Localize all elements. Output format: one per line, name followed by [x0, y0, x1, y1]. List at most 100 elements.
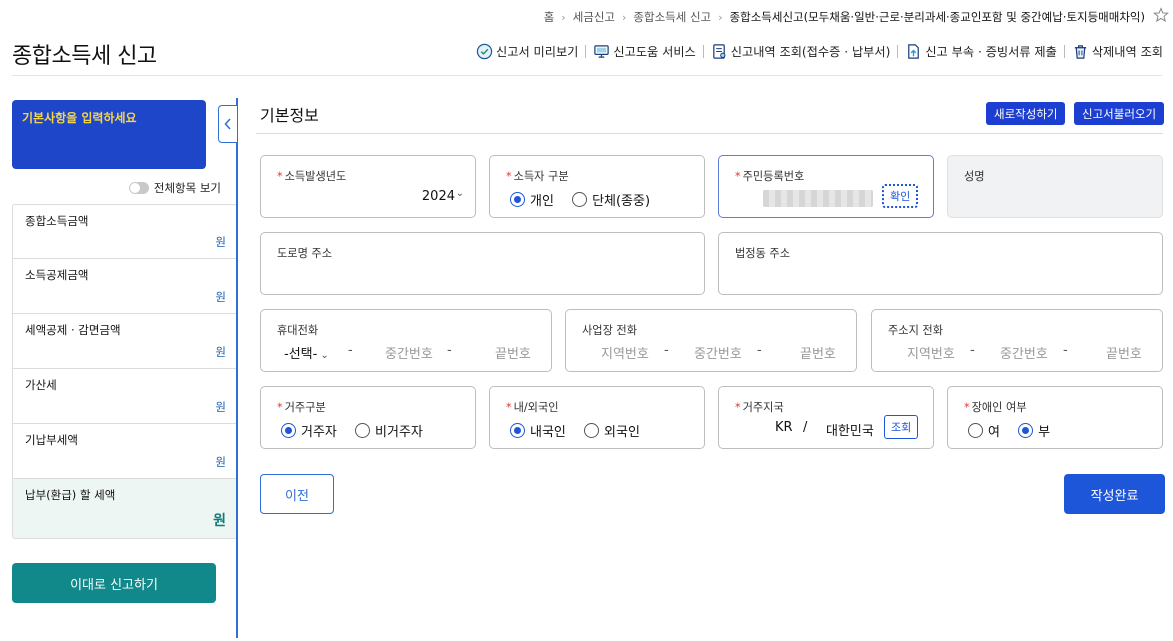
preview-return-button[interactable]: 신고서 미리보기: [476, 42, 578, 60]
show-all-toggle-row: 전체항목 보기: [128, 180, 221, 196]
work-last-input[interactable]: 끝번호: [800, 343, 836, 362]
nationality-label-text: 내/외국인: [513, 401, 559, 414]
earner-individual-radio[interactable]: 개인: [510, 190, 554, 209]
summary-label: 가산세: [25, 378, 57, 392]
disability-options: 여 부: [968, 421, 1064, 442]
radio-label: 외국인: [604, 425, 640, 440]
earner-group-radio[interactable]: 단체(종중): [572, 190, 650, 209]
summary-item-income-deduction[interactable]: 소득공제금액 원: [12, 259, 237, 314]
show-all-toggle[interactable]: [128, 182, 149, 194]
phone-dash: -: [757, 343, 762, 358]
disability-label: * 장애인 여부: [964, 399, 1027, 415]
submit-documents-button[interactable]: 신고 부속 · 증빙서류 제출: [905, 42, 1057, 60]
sidebar: 기본사항을 입력하세요 전체항목 보기 종합소득금액 원 소득공제금액 원 세액…: [12, 100, 237, 603]
summary-item-payable-tax[interactable]: 납부(환급) 할 세액 원: [12, 479, 237, 539]
verify-button[interactable]: 확인: [882, 184, 919, 208]
toolbar-divider: [897, 44, 899, 58]
mobile-phone-field: 휴대전화 -선택- ⌄ - 중간번호 - 끝번호: [260, 309, 552, 372]
mobile-prefix-select[interactable]: -선택- ⌄: [284, 343, 329, 362]
radio-label: 여: [988, 425, 1000, 440]
mobile-middle-input[interactable]: 중간번호: [385, 343, 433, 362]
resident-radio[interactable]: 거주자: [281, 421, 337, 440]
foreigner-radio[interactable]: 외국인: [584, 421, 640, 440]
road-address-label: 도로명 주소: [277, 247, 333, 260]
breadcrumb: 홈 › 세금신고 › 종합소득세 신고 › 종합소득세신고(모두채움·일반·근로…: [544, 9, 1145, 25]
home-middle-input[interactable]: 중간번호: [1000, 343, 1048, 362]
mobile-last-input[interactable]: 끝번호: [495, 343, 531, 362]
summary-label: 납부(환급) 할 세액: [25, 488, 116, 502]
required-mark: *: [964, 401, 970, 414]
previous-button[interactable]: 이전: [260, 474, 334, 514]
report-history-button[interactable]: 신고내역 조회(접수증 · 납부서): [711, 42, 890, 60]
disability-yes-radio[interactable]: 여: [968, 421, 1000, 440]
submit-report-button[interactable]: 이대로 신고하기: [12, 563, 216, 603]
star-icon[interactable]: [1153, 7, 1169, 23]
home-area-input[interactable]: 지역번호: [907, 343, 955, 362]
residency-label-text: 거주구분: [284, 401, 326, 414]
phone-dash: -: [447, 343, 452, 358]
home-phone-field: 주소지 전화 지역번호 - 중간번호 - 끝번호: [871, 309, 1163, 372]
name-label: 성명: [964, 170, 985, 183]
breadcrumb-tax-report[interactable]: 세금신고: [573, 9, 615, 25]
phone-dash: -: [970, 343, 975, 358]
section-title: 기본정보: [260, 106, 319, 125]
radio-label: 내국인: [530, 425, 566, 440]
resident-number-label: * 주민등록번호: [735, 168, 804, 184]
preview-return-label: 신고서 미리보기: [496, 45, 579, 59]
domestic-radio[interactable]: 내국인: [510, 421, 566, 440]
summary-unit: 원: [215, 235, 226, 249]
residency-label: * 거주구분: [277, 399, 326, 415]
sidebar-collapse-button[interactable]: [218, 105, 237, 143]
residency-options: 거주자 비거주자: [281, 421, 437, 442]
required-mark: *: [277, 170, 283, 183]
summary-item-penalty[interactable]: 가산세 원: [12, 369, 237, 424]
earner-type-label-text: 소득자 구분: [513, 170, 569, 183]
chevron-right-icon: ›: [561, 10, 566, 24]
complete-button[interactable]: 작성완료: [1064, 474, 1165, 514]
toolbar-divider: [702, 44, 704, 58]
breadcrumb-income-tax[interactable]: 종합소득세 신고: [633, 9, 711, 25]
income-year-label: * 소득발생년도: [277, 168, 346, 184]
breadcrumb-current: 종합소득세신고(모두채움·일반·근로·분리과세·종교인포함 및 중간예납·토지등…: [729, 10, 1145, 24]
load-form-button[interactable]: 신고서불러오기: [1074, 102, 1165, 125]
work-area-input[interactable]: 지역번호: [601, 343, 649, 362]
masked-resident-number: [763, 190, 873, 207]
summary-item-total-income[interactable]: 종합소득금액 원: [12, 204, 237, 259]
new-form-button[interactable]: 새로작성하기: [986, 102, 1066, 125]
radio-label: 비거주자: [375, 425, 423, 440]
home-phone-label: 주소지 전화: [888, 324, 944, 337]
chevron-right-icon: ›: [622, 10, 627, 24]
nationality-options: 내국인 외국인: [510, 421, 654, 442]
residency-field: * 거주구분 거주자 비거주자: [260, 386, 476, 449]
country-lookup-button[interactable]: 조회: [884, 415, 919, 439]
home-last-input[interactable]: 끝번호: [1106, 343, 1142, 362]
toolbar: 신고서 미리보기 신고도움 서비스 신고내역 조회(접수증 · 납부서) 신고 …: [476, 42, 1163, 60]
phone-dash: -: [1063, 343, 1068, 358]
summary-label: 세액공제 · 감면금액: [25, 323, 121, 337]
income-year-label-text: 소득발생년도: [284, 170, 347, 183]
radio-label: 개인: [530, 194, 554, 209]
work-middle-input[interactable]: 중간번호: [694, 343, 742, 362]
deleted-history-button[interactable]: 삭제내역 조회: [1072, 42, 1163, 60]
report-help-button[interactable]: 신고도움 서비스: [593, 42, 696, 60]
summary-item-tax-credit[interactable]: 세액공제 · 감면금액 원: [12, 314, 237, 369]
income-year-field[interactable]: * 소득발생년도 2024 ⌄: [260, 155, 476, 218]
radio-checked-icon: [1018, 423, 1034, 438]
summary-label: 소득공제금액: [25, 268, 89, 282]
required-mark: *: [277, 401, 283, 414]
nationality-label: * 내/외국인: [506, 399, 559, 415]
resident-number-field[interactable]: * 주민등록번호 확인: [718, 155, 934, 218]
chevron-left-icon: [224, 118, 231, 130]
page-title: 종합소득세 신고: [12, 44, 157, 69]
mobile-prefix-value: -선택-: [284, 347, 318, 362]
non-resident-radio[interactable]: 비거주자: [355, 421, 423, 440]
radio-label: 부: [1038, 425, 1051, 440]
road-address-field[interactable]: 도로명 주소: [260, 232, 705, 295]
summary-item-prepaid-tax[interactable]: 기납부세액 원: [12, 424, 237, 479]
breadcrumb-home[interactable]: 홈: [544, 9, 555, 25]
sidebar-banner: 기본사항을 입력하세요: [12, 100, 206, 169]
disability-no-radio[interactable]: 부: [1018, 421, 1050, 440]
residence-country-field: * 거주지국 KR / 대한민국 조회: [718, 386, 934, 449]
lot-address-field[interactable]: 법정동 주소: [718, 232, 1163, 295]
country-name: 대한민국: [826, 424, 874, 439]
